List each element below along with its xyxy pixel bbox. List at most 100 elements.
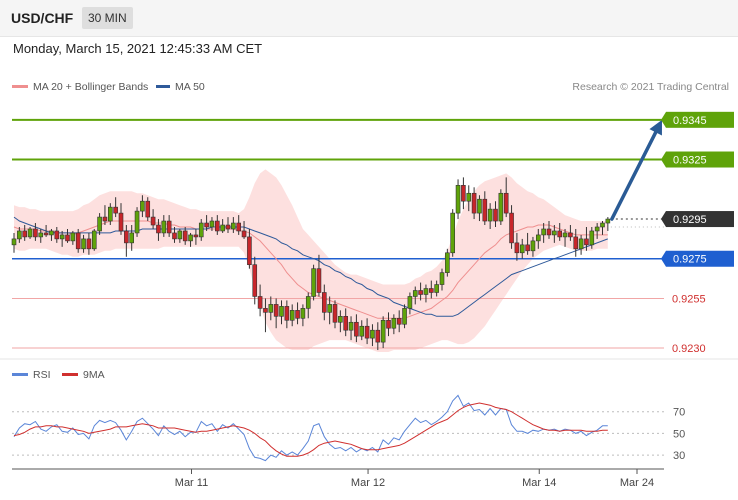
rsi-tick-50: 50 [673,428,685,440]
candle-body-110 [600,222,605,228]
x-tick-label-2: Mar 14 [522,477,556,489]
x-tick-label-0: Mar 11 [175,477,208,489]
x-tick-label-3: Mar 24 [620,477,654,489]
level-tag-pointer-0.9275 [661,250,666,267]
candle-body-13 [81,238,86,250]
candle-body-15 [91,230,97,250]
candle-body-52 [289,310,295,321]
candle-body-81 [445,252,450,273]
candle-91 [498,189,504,226]
candle-body-0 [11,238,17,246]
candle-body-48 [268,304,274,313]
candle-body-102 [557,230,563,238]
candle-body-25 [145,200,151,218]
rsi-legend: RSI 9MA [12,369,105,381]
candle-body-79 [434,284,439,293]
candle-body-111 [605,218,611,224]
candle-body-64 [354,321,359,337]
candle-body-47 [263,308,268,313]
candle-15 [91,228,97,251]
candle-body-12 [75,232,81,250]
candle-body-39 [220,224,225,232]
legend-label-9ma: 9MA [83,369,105,381]
candle-body-40 [225,224,231,230]
candle-body-14 [86,238,92,250]
candle-body-59 [327,304,332,313]
candle-body-73 [402,308,407,325]
legend-swatch-rsi [12,373,28,376]
candle-81 [445,248,450,277]
candle-body-24 [140,200,145,212]
candle-body-6 [43,232,49,236]
candle-body-95 [519,244,525,254]
rsi-tick-30: 30 [673,450,685,462]
candle-body-11 [70,232,76,242]
candle-body-98 [535,234,541,242]
rsi-9ma-line [13,402,608,457]
candle-body-83 [455,185,461,214]
candle-body-68 [375,329,381,343]
price-legend: MA 20 + Bollinger Bands MA 50 Research ©… [12,81,729,93]
level-price-tags: 0.9345 0.9325 0.9295 0.9275 0.9255 0.9230 [661,111,734,355]
candle-body-54 [300,308,306,319]
candle-body-2 [22,230,28,238]
candle-body-71 [391,317,397,329]
candle-body-85 [466,192,472,202]
candle-body-58 [321,292,327,313]
candle-body-5 [38,232,44,238]
candle-body-74 [407,296,413,309]
candle-body-20 [118,212,124,232]
candle-body-36 [204,222,209,228]
candle-body-55 [305,296,311,309]
candle-body-30 [172,232,177,240]
candle-body-65 [359,325,365,337]
candle-body-63 [348,321,354,331]
candle-body-38 [215,220,220,232]
legend-swatch-ma50 [156,85,170,88]
candle-body-26 [150,216,156,226]
candle-body-82 [450,212,456,254]
candle-body-104 [568,232,573,238]
candle-body-70 [386,319,391,329]
candle-body-3 [27,228,33,238]
x-axis: Mar 11 Mar 12 Mar 14 Mar 24 [12,468,664,489]
candle-body-32 [182,230,188,242]
candle-body-108 [589,230,595,246]
level-tag-pointer-0.9295 [661,211,666,228]
candle-body-91 [498,192,504,222]
candle-body-88 [482,198,488,222]
candle-body-28 [161,220,167,234]
candle-body-99 [541,228,546,236]
candle-23 [134,207,140,237]
bollinger-band [14,169,608,352]
candle-body-86 [471,192,477,214]
legend-label-ma50: MA 50 [175,81,205,93]
level-label-0.9325: 0.9325 [673,155,707,167]
candle-body-44 [247,236,252,266]
candle-body-76 [418,290,423,295]
legend-swatch-ma20 [12,85,28,88]
candle-body-4 [33,228,38,238]
candle-body-69 [380,319,386,343]
credit-label: Research © 2021 Trading Central [572,81,729,93]
candle-body-105 [573,236,579,250]
candle-body-93 [509,212,514,244]
candle-body-50 [279,306,284,317]
candle-82 [450,209,456,257]
candle-body-10 [65,234,70,242]
candle-body-34 [193,234,199,238]
candle-body-77 [423,288,429,295]
candle-body-78 [428,288,434,293]
candle-body-75 [412,290,418,297]
candle-body-31 [177,230,183,240]
x-tick-label-1: Mar 12 [351,477,385,489]
candle-body-67 [370,329,375,339]
candle-body-49 [273,304,279,317]
candle-body-16 [97,216,102,232]
candle-body-21 [124,230,129,244]
candle-body-62 [343,316,349,331]
candle-body-51 [284,306,290,321]
candle-body-101 [552,230,557,236]
candle-body-94 [514,242,520,254]
candle-body-97 [530,240,536,252]
